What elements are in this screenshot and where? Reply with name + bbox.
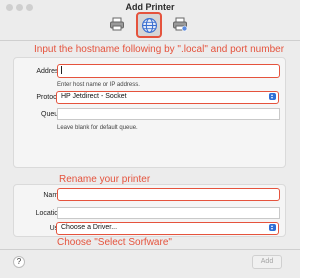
help-button[interactable]: ? bbox=[13, 256, 25, 268]
footer-separator bbox=[0, 249, 300, 250]
driver-value: Choose a Driver... bbox=[61, 224, 118, 231]
name-field[interactable] bbox=[57, 188, 280, 201]
printer-icon bbox=[110, 17, 124, 31]
chevron-updown-icon bbox=[269, 93, 276, 100]
windows-printer-button[interactable] bbox=[169, 13, 191, 35]
details-panel: Name: Location: Use: Choose a Driver... bbox=[13, 184, 286, 237]
connection-panel: Address: Enter host name or IP address. … bbox=[13, 57, 286, 168]
protocol-value: HP Jetdirect - Socket bbox=[61, 93, 127, 100]
location-field[interactable] bbox=[57, 207, 280, 219]
queue-field[interactable] bbox=[57, 108, 280, 120]
address-field[interactable] bbox=[57, 64, 280, 78]
default-printers-button[interactable] bbox=[106, 13, 128, 35]
address-hint: Enter host name or IP address. bbox=[57, 82, 140, 88]
chevron-updown-icon bbox=[269, 224, 276, 231]
annotation-choose-software: Choose "Select Sorfware" bbox=[57, 237, 172, 248]
text-cursor bbox=[61, 66, 62, 74]
queue-hint: Leave blank for default queue. bbox=[57, 125, 138, 131]
globe-icon bbox=[141, 17, 157, 33]
annotation-hostname: Input the hostname following by ".local"… bbox=[34, 44, 285, 55]
window-title: Add Printer bbox=[125, 2, 175, 12]
add-printer-window: Add Printer Input the hostname following… bbox=[0, 0, 300, 278]
driver-dropdown[interactable]: Choose a Driver... bbox=[56, 222, 279, 235]
add-button[interactable]: Add bbox=[252, 255, 282, 269]
protocol-dropdown[interactable]: HP Jetdirect - Socket bbox=[56, 91, 279, 104]
title-bar: Add Printer bbox=[0, 0, 300, 40]
ip-printer-button[interactable] bbox=[136, 12, 162, 38]
printer-share-icon bbox=[173, 17, 188, 32]
toolbar-separator bbox=[0, 40, 300, 41]
